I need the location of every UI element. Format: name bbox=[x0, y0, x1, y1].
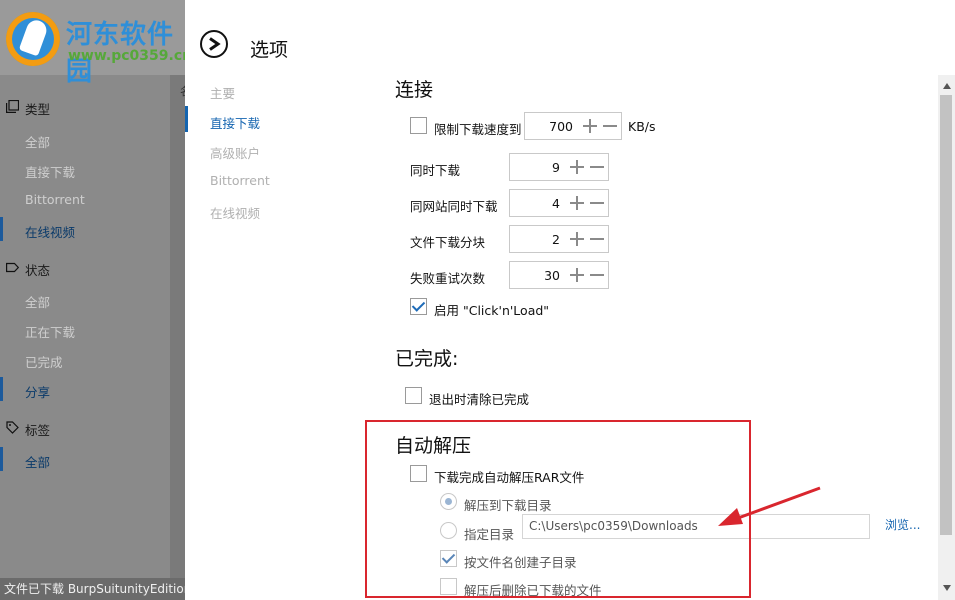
highlight-box bbox=[365, 420, 751, 598]
watermark-url: www.pc0359.cn bbox=[68, 48, 193, 64]
status-bar: 文件已下载 BurpSuitunityEdition bbox=[0, 578, 185, 600]
scroll-down-icon[interactable] bbox=[943, 585, 951, 591]
minus-icon[interactable] bbox=[590, 160, 604, 174]
active-indicator bbox=[0, 217, 3, 241]
sidebar-item-type-video[interactable]: 在线视频 bbox=[25, 222, 75, 241]
clickload-label: 启用 "Click'n'Load" bbox=[434, 303, 550, 318]
connection-heading: 连接 bbox=[395, 79, 434, 101]
options-dialog: 选项 主要 直接下载 高级账户 Bittorrent 在线视频 连接 限制下载速… bbox=[185, 0, 955, 600]
section-type-label: 类型 bbox=[25, 102, 51, 117]
completed-heading: 已完成: bbox=[395, 348, 459, 370]
stepper-value: 4 bbox=[552, 196, 560, 211]
sidebar-item-type-bittorrent[interactable]: Bittorrent bbox=[25, 192, 85, 207]
field-label-concurrent: 同时下载 bbox=[410, 163, 461, 178]
minus-icon[interactable] bbox=[590, 232, 604, 246]
nav-item-bittorrent[interactable]: Bittorrent bbox=[210, 173, 270, 188]
app-sidebar: 河东软件园 www.pc0359.cn 类型 全部 直接下载 Bittorren… bbox=[0, 0, 192, 600]
minus-icon[interactable] bbox=[603, 119, 617, 133]
section-labels-label: 标签 bbox=[25, 423, 51, 438]
plus-icon[interactable] bbox=[570, 196, 584, 210]
minus-icon[interactable] bbox=[590, 268, 604, 282]
field-label-retries: 失败重试次数 bbox=[410, 271, 486, 286]
browse-link[interactable]: 浏览... bbox=[885, 516, 920, 533]
retry-count-stepper[interactable]: 30 bbox=[509, 261, 609, 289]
speed-limit-value: 700 bbox=[549, 119, 573, 134]
list-column-strip: 名 bbox=[170, 75, 191, 585]
nav-active-indicator bbox=[185, 106, 188, 132]
limit-speed-label: 限制下载速度到 bbox=[434, 122, 522, 137]
scroll-up-icon[interactable] bbox=[943, 83, 951, 89]
stepper-value: 9 bbox=[552, 160, 560, 175]
label-icon bbox=[6, 421, 19, 434]
concurrent-downloads-stepper[interactable]: 9 bbox=[509, 153, 609, 181]
active-indicator bbox=[0, 377, 3, 401]
section-status-label: 状态 bbox=[25, 263, 51, 278]
stepper-value: 30 bbox=[544, 268, 560, 283]
clickload-checkbox[interactable] bbox=[410, 298, 427, 315]
plus-icon[interactable] bbox=[583, 119, 597, 133]
limit-speed-checkbox[interactable] bbox=[410, 117, 427, 134]
vertical-scrollbar[interactable] bbox=[938, 75, 955, 600]
plus-icon[interactable] bbox=[570, 160, 584, 174]
scroll-thumb[interactable] bbox=[940, 95, 952, 535]
back-button[interactable] bbox=[200, 30, 228, 58]
clear-on-exit-checkbox[interactable] bbox=[405, 387, 422, 404]
nav-item-direct-download[interactable]: 直接下载 bbox=[210, 113, 260, 132]
sidebar-item-status-completed[interactable]: 已完成 bbox=[25, 352, 63, 371]
sidebar-item-status-downloading[interactable]: 正在下载 bbox=[25, 322, 75, 341]
nav-item-premium[interactable]: 高级账户 bbox=[210, 143, 260, 162]
page-title: 选项 bbox=[250, 39, 289, 61]
tag-outline-icon bbox=[6, 262, 19, 273]
nav-item-online-video[interactable]: 在线视频 bbox=[210, 203, 260, 222]
clear-on-exit-label: 退出时清除已完成 bbox=[429, 392, 530, 407]
sidebar-item-status-all[interactable]: 全部 bbox=[25, 292, 50, 311]
active-indicator bbox=[0, 447, 3, 471]
speed-unit: KB/s bbox=[628, 119, 656, 134]
minus-icon[interactable] bbox=[590, 196, 604, 210]
sidebar-item-labels-all[interactable]: 全部 bbox=[25, 452, 50, 471]
sidebar-item-status-share[interactable]: 分享 bbox=[25, 382, 50, 401]
chevron-right-icon bbox=[209, 37, 221, 51]
stepper-value: 2 bbox=[552, 232, 560, 247]
watermark-logo-icon bbox=[6, 12, 60, 66]
per-site-downloads-stepper[interactable]: 4 bbox=[509, 189, 609, 217]
field-label-chunks: 文件下载分块 bbox=[410, 235, 486, 250]
sidebar-item-type-all[interactable]: 全部 bbox=[25, 132, 50, 151]
plus-icon[interactable] bbox=[570, 232, 584, 246]
nav-item-main[interactable]: 主要 bbox=[210, 83, 235, 102]
sidebar-item-type-direct[interactable]: 直接下载 bbox=[25, 162, 75, 181]
library-icon bbox=[6, 100, 19, 113]
field-label-per-site: 同网站同时下载 bbox=[410, 199, 498, 214]
speed-limit-stepper[interactable]: 700 bbox=[524, 112, 622, 140]
watermark: 河东软件园 www.pc0359.cn bbox=[0, 0, 192, 87]
download-chunks-stepper[interactable]: 2 bbox=[509, 225, 609, 253]
plus-icon[interactable] bbox=[570, 268, 584, 282]
